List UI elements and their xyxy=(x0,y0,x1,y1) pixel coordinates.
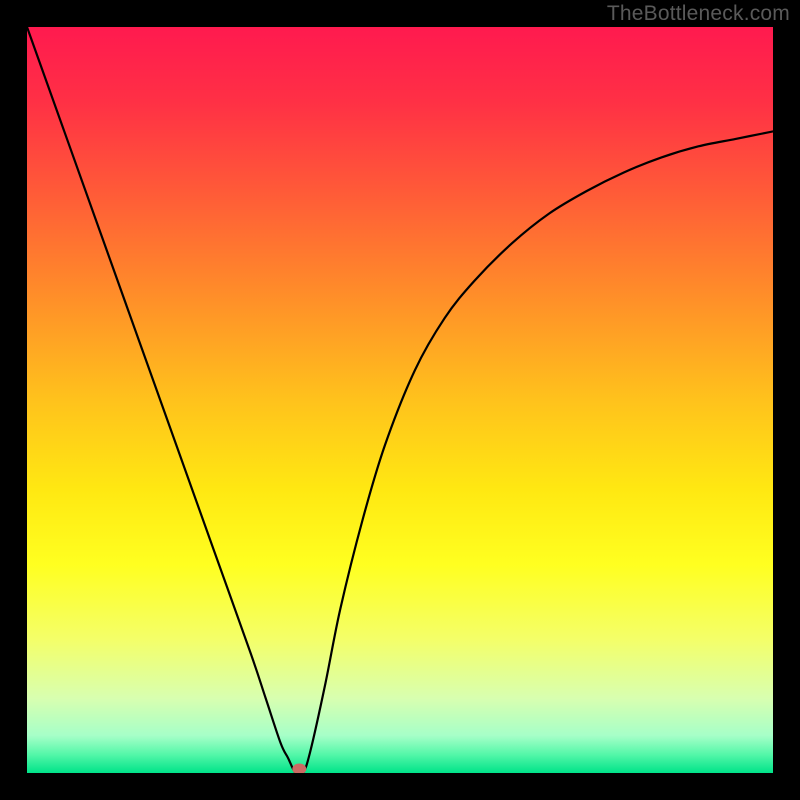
watermark-text: TheBottleneck.com xyxy=(607,2,790,26)
gradient-background xyxy=(27,27,773,773)
plot-area xyxy=(27,27,773,773)
chart-svg xyxy=(27,27,773,773)
chart-container: TheBottleneck.com xyxy=(0,0,800,800)
